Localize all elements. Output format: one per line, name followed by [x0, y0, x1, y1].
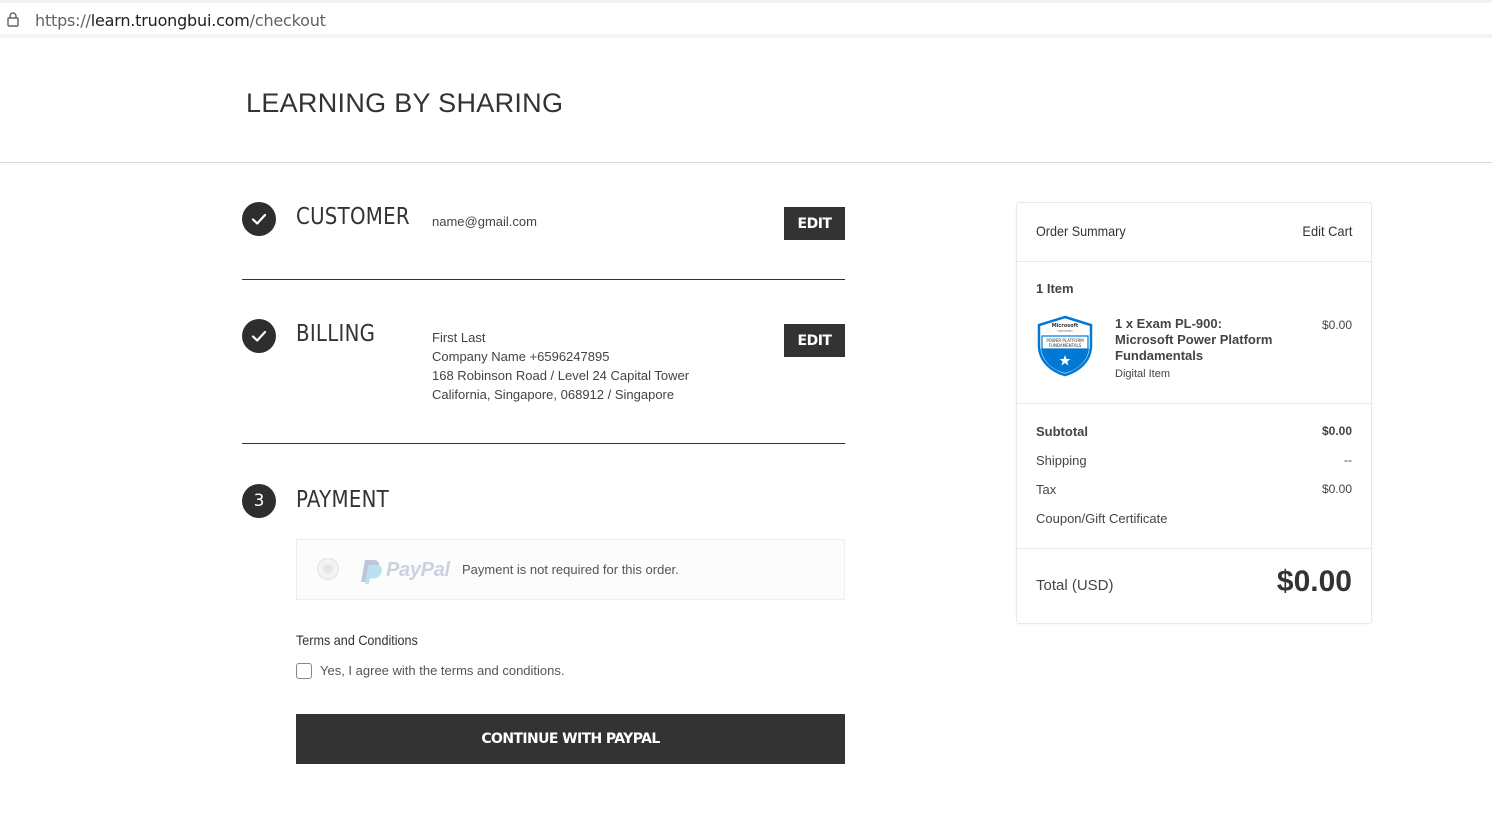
step-title-billing: BILLING	[296, 321, 376, 347]
billing-address: First Last Company Name +6596247895 168 …	[432, 328, 689, 404]
shipping-row: Shipping --	[1036, 453, 1352, 468]
paypal-wordmark: PayPal	[386, 559, 450, 581]
product-type: Digital Item	[1115, 368, 1171, 380]
continue-with-paypal-button[interactable]: CONTINUE WITH PAYPAL	[296, 714, 845, 764]
customer-edit-button[interactable]: EDIT	[784, 207, 845, 240]
billing-line: 168 Robinson Road / Level 24 Capital Tow…	[432, 368, 690, 383]
checkout-step-payment: 3 PAYMENT	[242, 484, 845, 524]
step-divider	[242, 279, 845, 280]
product-name: 1 x Exam PL-900: Microsoft Power Platfor…	[1115, 316, 1273, 363]
terms-checkbox[interactable]	[296, 663, 312, 679]
coupon-row[interactable]: Coupon/Gift Certificate	[1036, 511, 1352, 526]
payment-not-required-message: Payment is not required for this order.	[462, 562, 679, 577]
shipping-label: Shipping	[1036, 453, 1087, 468]
url-path: /checkout	[249, 11, 326, 30]
total-label: Total (USD)	[1036, 577, 1114, 594]
billing-edit-button[interactable]: EDIT	[784, 324, 845, 357]
billing-line: First Last	[432, 330, 486, 345]
url-host: learn.truongbui.com	[90, 11, 250, 30]
step-complete-check-icon	[242, 202, 276, 236]
step-divider	[242, 443, 845, 444]
tax-label: Tax	[1036, 482, 1057, 497]
store-header: LEARNING BY SHARING	[0, 38, 1492, 163]
terms-heading: Terms and Conditions	[296, 632, 418, 648]
subtotal-row: Subtotal $0.00	[1036, 424, 1352, 439]
order-items-section: 1 Item Microsoft CERTIFIED POWER PLATFOR…	[1017, 261, 1371, 404]
item-count: 1 Item	[1036, 281, 1074, 296]
subtotal-value: $0.00	[1321, 424, 1352, 438]
product-price: $0.00	[1321, 318, 1352, 332]
store-name[interactable]: LEARNING BY SHARING	[246, 88, 563, 119]
step-title-customer: CUSTOMER	[296, 204, 410, 230]
total-value: $0.00	[1276, 565, 1352, 598]
payment-method-radio[interactable]	[317, 558, 339, 580]
order-totals-section: Subtotal $0.00 Shipping -- Tax $0.00 Cou…	[1017, 403, 1371, 549]
order-summary-header: Order Summary Edit Cart	[1017, 203, 1371, 262]
lock-icon	[7, 12, 19, 27]
order-summary-title: Order Summary	[1036, 223, 1126, 239]
order-summary-panel: Order Summary Edit Cart 1 Item Microsoft…	[1016, 202, 1372, 624]
checkout-step-billing: BILLING First Last Company Name +6596247…	[242, 319, 845, 419]
billing-line: Company Name +6596247895	[432, 349, 610, 364]
checkout-step-customer: CUSTOMER name@gmail.com EDIT	[242, 202, 845, 252]
shipping-value: --	[1344, 453, 1352, 467]
payment-method-paypal[interactable]: PayPal Payment is not required for this …	[296, 539, 845, 600]
step-title-payment: PAYMENT	[296, 487, 390, 513]
subtotal-label: Subtotal	[1036, 424, 1088, 439]
badge-line2-text: FUNDAMENTALS	[1049, 343, 1082, 348]
coupon-link[interactable]: Coupon/Gift Certificate	[1036, 511, 1168, 526]
customer-email: name@gmail.com	[432, 214, 537, 229]
edit-cart-link[interactable]: Edit Cart	[1302, 223, 1352, 239]
step-number-badge: 3	[242, 484, 276, 518]
certification-badge-icon: Microsoft CERTIFIED POWER PLATFORM FUNDA…	[1037, 315, 1093, 377]
badge-certified-text: CERTIFIED	[1057, 329, 1073, 333]
tax-row: Tax $0.00	[1036, 482, 1352, 497]
step-complete-check-icon	[242, 319, 276, 353]
browser-address-bar[interactable]: https://learn.truongbui.com/checkout	[0, 0, 1492, 38]
url-text[interactable]: https://learn.truongbui.com/checkout	[35, 11, 326, 30]
tax-value: $0.00	[1321, 482, 1352, 496]
billing-line: California, Singapore, 068912 / Singapor…	[432, 387, 675, 402]
terms-checkbox-label[interactable]: Yes, I agree with the terms and conditio…	[320, 663, 565, 678]
url-scheme: https://	[35, 11, 91, 30]
